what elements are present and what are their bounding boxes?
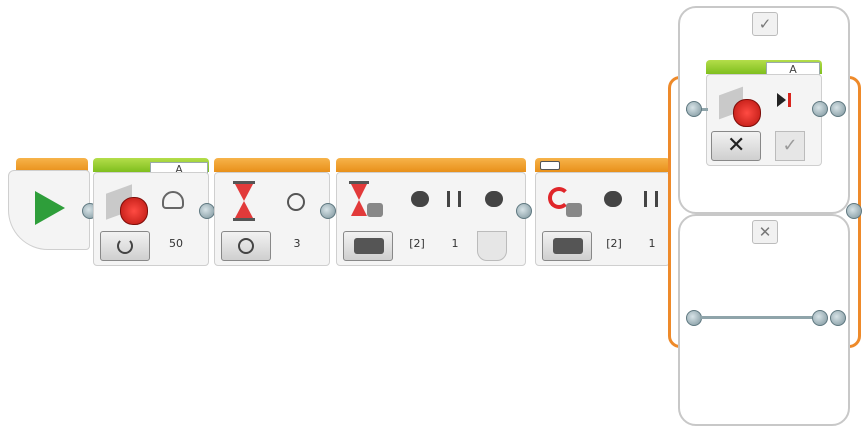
sequence-plug-out-2[interactable] xyxy=(199,203,215,219)
case-motor-plug-out[interactable] xyxy=(812,101,828,117)
wait-brick-block[interactable]: [2] 1 xyxy=(336,172,526,266)
wait-brick-mode-button[interactable] xyxy=(343,231,393,261)
motor-mode-button[interactable] xyxy=(100,231,150,261)
switch-button-id-icon xyxy=(604,191,622,207)
switch-pressed-state-icon xyxy=(644,191,658,207)
brake-at-end-icon xyxy=(777,93,786,107)
switch-mode-button[interactable] xyxy=(542,231,592,261)
switch-exit-plug[interactable] xyxy=(846,203,862,219)
motor-power-value[interactable]: 50 xyxy=(156,237,196,250)
brick-icon xyxy=(354,238,384,254)
case-false-plug-out-2[interactable] xyxy=(830,310,846,326)
wait-seconds-value[interactable]: 3 xyxy=(277,237,317,250)
x-icon: ✕ xyxy=(727,133,746,158)
wait-brick-block-bar xyxy=(336,158,526,172)
pressed-state-icon xyxy=(447,191,461,207)
motor-block[interactable]: 50 xyxy=(93,172,209,266)
stopwatch-icon xyxy=(287,193,305,211)
switch-port-value[interactable]: [2] xyxy=(596,237,632,250)
hourglass-icon xyxy=(233,181,255,221)
case-false-tab[interactable]: ✕ xyxy=(752,220,778,244)
check-icon: ✓ xyxy=(775,131,805,161)
switch-view-toggle-icon[interactable] xyxy=(540,161,560,170)
brick-icon xyxy=(553,238,583,254)
wait-mode-button[interactable] xyxy=(221,231,271,261)
speedometer-icon xyxy=(162,191,184,209)
brake-bar-icon xyxy=(788,93,791,107)
case-motor-mode-button[interactable]: ✕ xyxy=(711,131,761,161)
large-motor-icon xyxy=(106,183,150,225)
button-output-icon xyxy=(485,191,503,207)
wait-time-block-bar xyxy=(214,158,330,172)
wait-brick-port-value[interactable]: [2] xyxy=(399,237,435,250)
wait-brick-pressed-value[interactable]: 1 xyxy=(437,237,473,250)
case-true-tab[interactable]: ✓ xyxy=(752,12,778,36)
play-icon[interactable] xyxy=(35,191,65,225)
case-false-wire xyxy=(700,316,812,319)
button-id-icon xyxy=(411,191,429,207)
hourglass-button-icon xyxy=(349,181,385,221)
switch-block[interactable]: [2] 1 xyxy=(535,172,670,266)
switch-pressed-value[interactable]: 1 xyxy=(634,237,670,250)
start-block[interactable] xyxy=(8,170,90,250)
wait-time-block[interactable]: 3 xyxy=(214,172,330,266)
rotate-icon xyxy=(117,238,133,254)
case-large-motor-icon xyxy=(719,85,763,127)
timer-icon xyxy=(238,238,254,254)
sequence-plug-out-3[interactable] xyxy=(320,203,336,219)
case-motor-block[interactable]: ✕ ✓ xyxy=(706,74,822,166)
case-true-plug-out[interactable] xyxy=(830,101,846,117)
sequence-plug-out-4[interactable] xyxy=(516,203,532,219)
case-true-plug-in[interactable] xyxy=(686,101,702,117)
output-socket[interactable] xyxy=(477,231,507,261)
switch-brick-button-icon xyxy=(548,187,582,219)
case-false-plug-out[interactable] xyxy=(812,310,828,326)
